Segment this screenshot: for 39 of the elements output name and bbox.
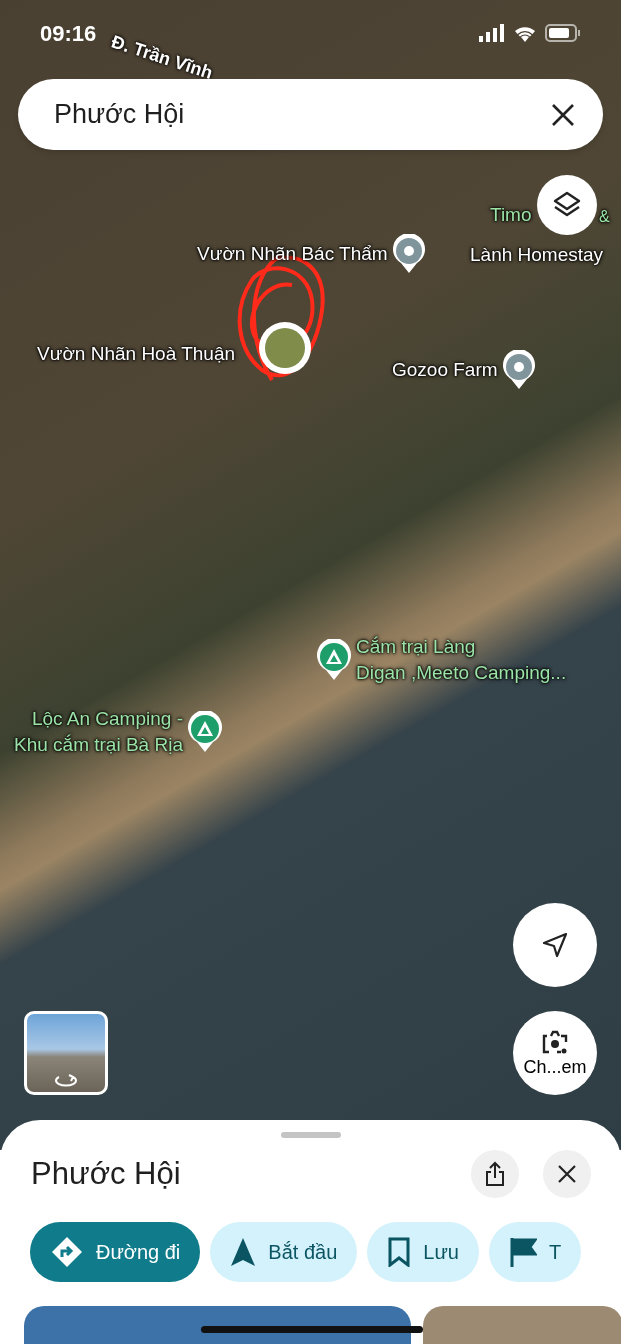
map-place-label[interactable]: Gozoo Farm (392, 357, 498, 383)
action-chip[interactable]: T (488, 1222, 582, 1282)
signal-icon (479, 24, 505, 42)
campground-pin-icon[interactable] (186, 711, 223, 753)
battery-icon (545, 24, 581, 42)
map-place-label[interactable]: Lộc An Camping - (31, 706, 183, 732)
map-place-label[interactable]: Digan ,Meeto Camping... (356, 660, 567, 686)
lens-label: Ch...em (523, 1058, 587, 1076)
campground-pin-icon[interactable] (316, 639, 352, 681)
map-place-label[interactable]: Vườn Nhãn Bác Thẩm (197, 241, 388, 267)
search-field-value[interactable]: Phước Hội (54, 94, 185, 135)
bookmark-icon (387, 1237, 412, 1267)
place-title: Phước Hội (31, 1154, 181, 1193)
rotate-360-icon (53, 1074, 79, 1088)
share-button[interactable] (471, 1150, 519, 1198)
street-view-thumbnail[interactable] (24, 1011, 108, 1095)
map-place-label[interactable]: Vườn Nhãn Hoà Thuận (37, 341, 236, 367)
action-chip[interactable]: Lưu (367, 1222, 479, 1282)
close-icon[interactable] (551, 102, 575, 127)
place-pin-icon[interactable] (391, 234, 426, 274)
navigation-arrow-icon (230, 1237, 257, 1267)
map-place-label[interactable]: & (599, 204, 610, 230)
place-pin-icon[interactable] (501, 350, 536, 390)
close-icon (557, 1164, 577, 1184)
action-chip[interactable]: Bắt đầu (210, 1222, 358, 1282)
map-place-label[interactable]: Lành Homestay (470, 242, 604, 268)
share-icon (484, 1161, 506, 1187)
wifi-icon (513, 24, 537, 42)
search-bar[interactable]: Phước Hội (18, 79, 603, 150)
camera-icon (541, 1030, 569, 1056)
action-chip[interactable]: Đường đi (30, 1222, 201, 1282)
close-button[interactable] (543, 1150, 591, 1198)
map-place-label[interactable]: Khu cắm trại Bà Rịa (14, 732, 183, 758)
drag-handle[interactable] (280, 1132, 341, 1138)
map-place-label[interactable]: Timo (490, 202, 532, 228)
flag-icon (508, 1237, 537, 1267)
status-time: 09:16 (40, 19, 97, 48)
directions-icon (50, 1235, 84, 1269)
navigation-arrow-icon (542, 932, 568, 958)
